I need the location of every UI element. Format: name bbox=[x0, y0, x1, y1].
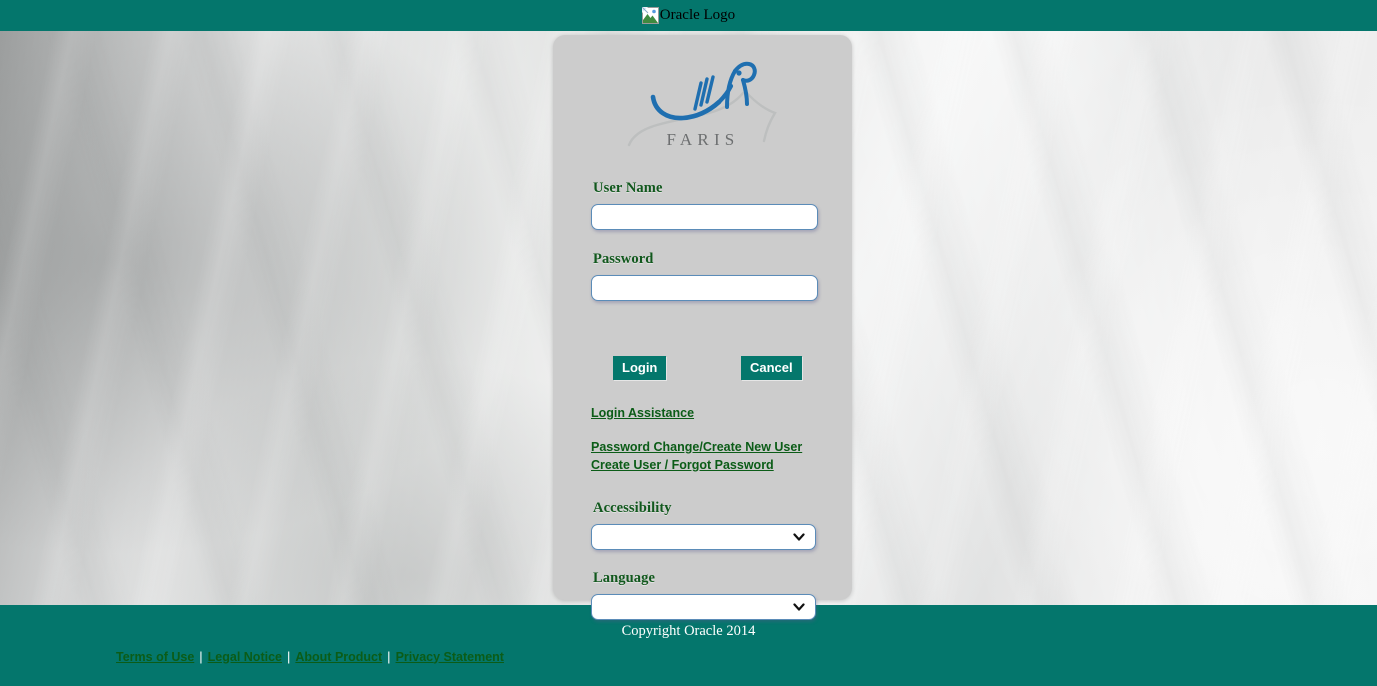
login-page: Oracle Logo FARIS User Name Password Log… bbox=[0, 0, 1377, 686]
login-assistance-link[interactable]: Login Assistance bbox=[591, 405, 694, 421]
password-label: Password bbox=[593, 251, 654, 267]
copyright-text: Copyright Oracle 2014 bbox=[621, 623, 756, 639]
accessibility-select-wrap bbox=[591, 524, 816, 550]
legal-notice-link[interactable]: Legal Notice bbox=[208, 650, 282, 664]
accessibility-label: Accessibility bbox=[593, 500, 672, 516]
login-panel: FARIS User Name Password Login Cancel Lo… bbox=[553, 35, 852, 620]
footer-separator: | bbox=[199, 649, 203, 664]
password-change-create-user-link[interactable]: Password Change/Create New User bbox=[591, 439, 802, 455]
form-buttons: Login Cancel bbox=[591, 356, 831, 380]
preferences-spacer bbox=[591, 550, 831, 570]
username-label: User Name bbox=[593, 180, 663, 196]
field-spacer bbox=[591, 230, 831, 251]
assistance-links: Login Assistance Password Change/Create … bbox=[591, 404, 841, 474]
terms-of-use-link[interactable]: Terms of Use bbox=[116, 650, 194, 664]
language-select[interactable] bbox=[591, 594, 816, 620]
language-select-wrap bbox=[591, 594, 816, 620]
footer-links: Terms of Use | Legal Notice | About Prod… bbox=[116, 649, 504, 664]
top-header-bar: Oracle Logo bbox=[0, 0, 1377, 31]
oracle-logo-alt-text: Oracle Logo bbox=[659, 7, 736, 23]
cancel-button[interactable]: Cancel bbox=[741, 356, 802, 380]
preferences-area: Accessibility Language bbox=[591, 500, 831, 620]
faris-wordmark: FARIS bbox=[666, 130, 739, 149]
create-user-forgot-password-link[interactable]: Create User / Forgot Password bbox=[591, 457, 774, 473]
language-label: Language bbox=[593, 570, 656, 586]
faris-logo-graphic: FARIS bbox=[627, 61, 777, 149]
password-input[interactable] bbox=[591, 275, 818, 301]
links-spacer bbox=[591, 422, 841, 438]
username-input[interactable] bbox=[591, 204, 818, 230]
about-product-link[interactable]: About Product bbox=[295, 650, 382, 664]
oracle-logo-placeholder: Oracle Logo bbox=[641, 7, 736, 24]
footer-separator: | bbox=[387, 649, 391, 664]
broken-image-icon bbox=[641, 7, 659, 24]
privacy-statement-link[interactable]: Privacy Statement bbox=[396, 650, 504, 664]
login-button[interactable]: Login bbox=[613, 356, 667, 380]
login-form: User Name Password Login Cancel Login As… bbox=[591, 180, 831, 620]
faris-logo: FARIS bbox=[553, 35, 852, 155]
accessibility-select[interactable] bbox=[591, 524, 816, 550]
footer-separator: | bbox=[286, 649, 291, 664]
